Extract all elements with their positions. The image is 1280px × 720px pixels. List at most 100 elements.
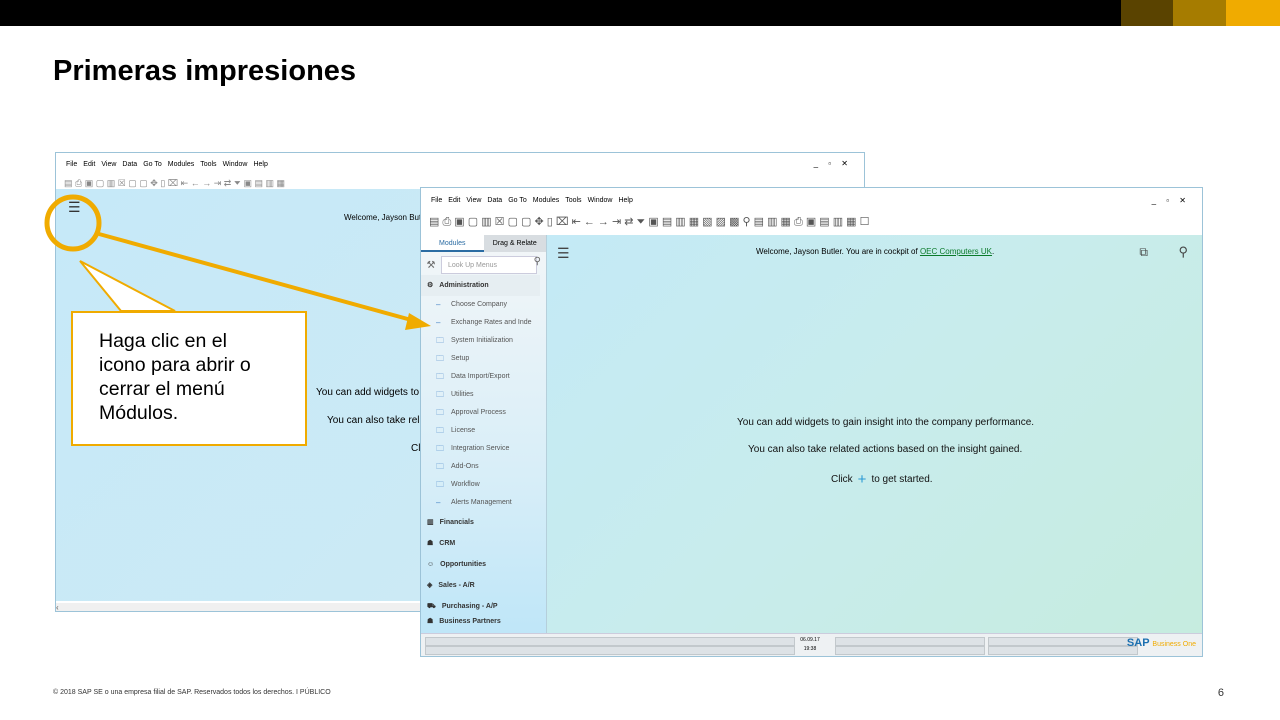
cockpit-icon[interactable]: ⧉ xyxy=(1139,245,1148,260)
add-widget-plus-icon[interactable]: + xyxy=(858,471,867,488)
actions-text: You can also take related actions based … xyxy=(748,444,1023,455)
admin-item-label: Utilities xyxy=(451,391,474,398)
folder-icon: 🗀 xyxy=(436,444,444,453)
tab-modules[interactable]: Modules xyxy=(421,235,484,252)
welcome-text: Welcome, Jayson Butler. You are in cockp… xyxy=(756,247,994,256)
callout-box: Haga clic en el icono para abrir o cerra… xyxy=(71,311,307,446)
menu-edit[interactable]: Edit xyxy=(83,161,95,168)
wrench-icon[interactable]: ⚒ xyxy=(421,260,441,271)
section-financials[interactable]: ▥ Financials xyxy=(421,512,546,533)
menu-tools[interactable]: Tools xyxy=(565,197,581,204)
section-opportunities[interactable]: ☺ Opportunities xyxy=(421,554,546,575)
section-purchasing[interactable]: ⛟ Purchasing - A/P xyxy=(421,596,546,617)
company-link[interactable]: OEC Computers UK xyxy=(920,247,992,256)
back-menubar: File Edit View Data Go To Modules Tools … xyxy=(56,153,864,175)
folder-icon: 🗀 xyxy=(436,336,444,345)
front-toolbar[interactable]: ▤ ⎙ ▣ ▢ ▥ ☒ ▢ ▢ ✥ ▯ ⌧ ⇤ ← → ⇥ ⇄ ⏷ ▣ ▤ ▥ … xyxy=(421,214,1202,230)
dash-icon: – xyxy=(436,318,441,327)
dash-icon: – xyxy=(436,300,441,309)
admin-item[interactable]: 🗀 Setup xyxy=(421,350,546,368)
menu-modules[interactable]: Modules xyxy=(533,197,559,204)
menu-data[interactable]: Data xyxy=(122,161,137,168)
callout-line: cerrar el menú xyxy=(99,378,225,400)
menu-goto[interactable]: Go To xyxy=(508,197,527,204)
menu-view[interactable]: View xyxy=(101,161,116,168)
admin-item[interactable]: – Choose Company xyxy=(421,296,546,314)
menu-help[interactable]: Help xyxy=(618,197,632,204)
panel-tabs: Modules Drag & Relate xyxy=(421,235,546,252)
section-label: Financials xyxy=(439,519,474,526)
click-label: Click xyxy=(831,474,853,485)
folder-icon: 🗀 xyxy=(436,354,444,363)
menu-modules[interactable]: Modules xyxy=(168,161,194,168)
admin-item[interactable]: 🗀 Data Import/Export xyxy=(421,368,546,386)
section-label: Sales - A/R xyxy=(438,582,475,589)
window-controls[interactable]: _ ▫ ✕ xyxy=(1152,196,1190,205)
back-welcome-text: Welcome, Jayson Butl xyxy=(344,213,423,222)
admin-item-label: Choose Company xyxy=(451,301,508,308)
menu-data[interactable]: Data xyxy=(487,197,502,204)
folder-icon: 🗀 xyxy=(436,390,444,399)
menu-edit[interactable]: Edit xyxy=(448,197,460,204)
admin-item[interactable]: 🗀 Approval Process xyxy=(421,404,546,422)
section-label: Administration xyxy=(439,282,489,289)
hamburger-menu-icon[interactable]: ☰ xyxy=(68,199,81,216)
menu-goto[interactable]: Go To xyxy=(143,161,162,168)
accent-block-light xyxy=(1226,0,1280,26)
menu-file[interactable]: File xyxy=(66,161,77,168)
slide-title: Primeras impresiones xyxy=(53,55,357,87)
section-label: Business Partners xyxy=(439,618,501,625)
status-field xyxy=(425,646,795,655)
lookup-bar: ⚒ Look Up Menus ⚲ xyxy=(421,255,546,275)
status-field xyxy=(835,637,985,646)
crm-icon: ☗ xyxy=(427,540,434,547)
status-field xyxy=(988,637,1138,646)
partners-icon: ☗ xyxy=(427,618,434,625)
menu-window[interactable]: Window xyxy=(223,161,248,168)
admin-item[interactable]: 🗀 Add-Ons xyxy=(421,458,546,476)
tag-icon: ◈ xyxy=(427,582,433,589)
status-date: 06.09.17 xyxy=(800,637,820,643)
tab-drag-relate[interactable]: Drag & Relate xyxy=(483,235,546,252)
admin-item[interactable]: 🗀 Utilities xyxy=(421,386,546,404)
folder-icon: 🗀 xyxy=(436,426,444,435)
status-field xyxy=(835,646,985,655)
admin-item-label: Setup xyxy=(451,355,470,362)
menu-help[interactable]: Help xyxy=(253,161,267,168)
section-business-partners[interactable]: ☗ Business Partners xyxy=(421,617,546,627)
page-number: 6 xyxy=(1217,687,1224,699)
section-administration[interactable]: ⚙ Administration xyxy=(421,275,540,296)
admin-item[interactable]: – Exchange Rates and Inde xyxy=(421,314,546,332)
admin-item-label: Integration Service xyxy=(451,445,510,452)
admin-item-label: Add-Ons xyxy=(451,463,479,470)
widgets-text: You can add widgets to gain insight into… xyxy=(737,417,1035,428)
admin-item-label: Approval Process xyxy=(451,409,506,416)
admin-item[interactable]: 🗀 Integration Service xyxy=(421,440,546,458)
admin-item[interactable]: 🗀 Workflow xyxy=(421,476,546,494)
admin-item[interactable]: 🗀 System Initialization xyxy=(421,332,546,350)
search-icon[interactable]: ⚲ xyxy=(1178,244,1188,260)
back-widgets-text: You can add widgets to xyxy=(316,387,420,398)
opportunities-icon: ☺ xyxy=(427,561,435,568)
admin-item-label: Exchange Rates and Inde xyxy=(451,319,532,326)
status-field xyxy=(988,646,1138,655)
welcome-prefix: Welcome, Jayson Butler. You are in cockp… xyxy=(756,247,920,256)
logo-text: SAP xyxy=(1126,637,1150,649)
section-sales[interactable]: ◈ Sales - A/R xyxy=(421,575,546,596)
dash-icon: – xyxy=(436,498,441,507)
lookup-menus-input[interactable]: Look Up Menus xyxy=(441,256,537,274)
accent-block-mid xyxy=(1173,0,1226,26)
menu-window[interactable]: Window xyxy=(588,197,613,204)
callout-line: Módulos. xyxy=(99,402,179,424)
menu-view[interactable]: View xyxy=(466,197,481,204)
section-crm[interactable]: ☗ CRM xyxy=(421,533,546,554)
admin-item[interactable]: 🗀 License xyxy=(421,422,546,440)
welcome-suffix: . xyxy=(991,247,995,256)
search-icon[interactable]: ⚲ xyxy=(534,256,541,267)
menu-file[interactable]: File xyxy=(431,197,442,204)
window-controls[interactable]: _ ▫ ✕ xyxy=(814,159,852,168)
get-started-label: to get started. xyxy=(871,474,933,485)
hamburger-menu-icon[interactable]: ☰ xyxy=(557,245,570,262)
menu-tools[interactable]: Tools xyxy=(200,161,216,168)
admin-item[interactable]: – Alerts Management xyxy=(421,494,546,512)
